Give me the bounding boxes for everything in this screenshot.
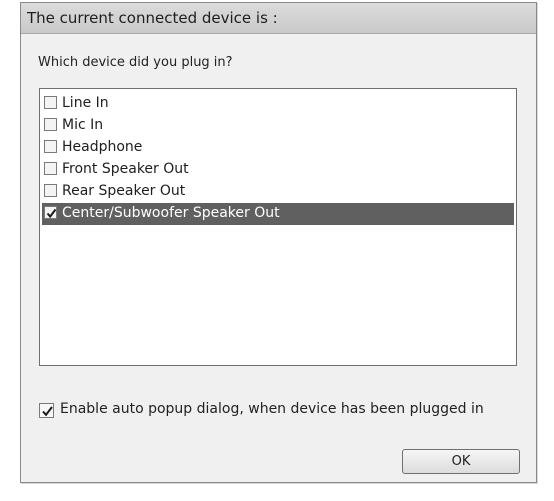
device-checkbox[interactable] bbox=[44, 96, 57, 109]
device-list[interactable]: Line In Mic In Headphone Front Speaker O… bbox=[39, 88, 517, 366]
audio-device-dialog: The current connected device is : Which … bbox=[20, 2, 537, 483]
auto-popup-option[interactable]: Enable auto popup dialog, when device ha… bbox=[39, 399, 519, 421]
checkmark-icon bbox=[42, 406, 53, 417]
device-item-center-subwoofer-speaker-out[interactable]: Center/Subwoofer Speaker Out bbox=[42, 203, 514, 225]
device-checkbox[interactable] bbox=[44, 118, 57, 131]
device-checkbox[interactable] bbox=[44, 162, 57, 175]
device-question: Which device did you plug in? bbox=[38, 55, 233, 70]
device-item-front-speaker-out[interactable]: Front Speaker Out bbox=[42, 159, 514, 181]
device-label: Rear Speaker Out bbox=[62, 183, 186, 199]
device-checkbox[interactable] bbox=[44, 140, 57, 153]
device-checkbox[interactable] bbox=[44, 184, 57, 197]
device-label: Front Speaker Out bbox=[62, 161, 189, 177]
auto-popup-label: Enable auto popup dialog, when device ha… bbox=[60, 401, 484, 417]
device-label: Headphone bbox=[62, 139, 143, 155]
device-item-headphone[interactable]: Headphone bbox=[42, 137, 514, 159]
ok-button[interactable]: OK bbox=[402, 449, 520, 474]
device-item-line-in[interactable]: Line In bbox=[42, 93, 514, 115]
device-checkbox[interactable] bbox=[44, 206, 57, 219]
device-item-rear-speaker-out[interactable]: Rear Speaker Out bbox=[42, 181, 514, 203]
auto-popup-checkbox[interactable] bbox=[39, 403, 54, 418]
device-label: Center/Subwoofer Speaker Out bbox=[62, 205, 280, 221]
dialog-titlebar[interactable]: The current connected device is : bbox=[21, 3, 536, 34]
device-label: Line In bbox=[62, 95, 109, 111]
dialog-title: The current connected device is : bbox=[27, 9, 278, 27]
checkmark-icon bbox=[46, 208, 57, 219]
device-item-mic-in[interactable]: Mic In bbox=[42, 115, 514, 137]
device-label: Mic In bbox=[62, 117, 104, 133]
